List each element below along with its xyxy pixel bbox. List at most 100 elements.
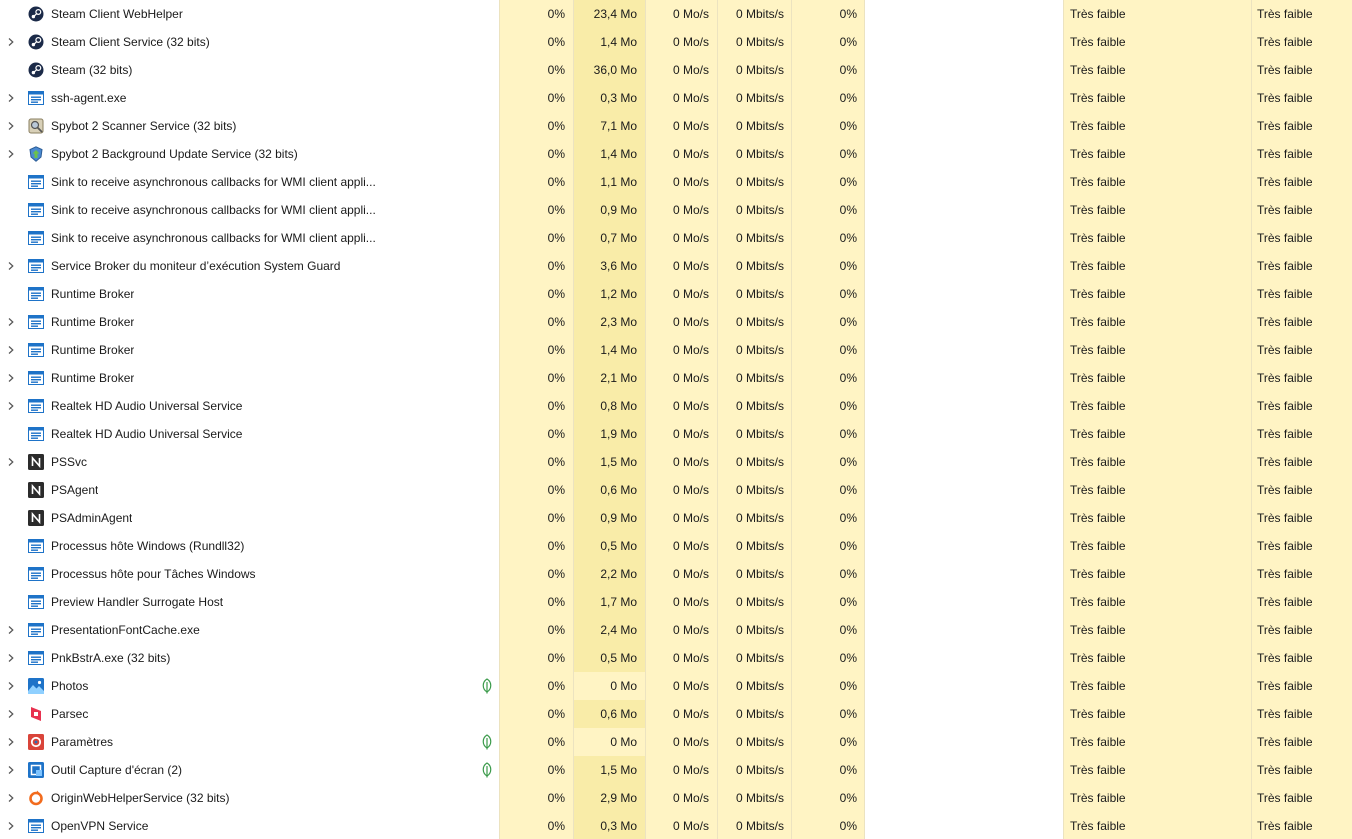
- process-name-cell[interactable]: Photos: [0, 672, 499, 700]
- memory-cell: 2,2 Mo: [573, 560, 645, 588]
- process-name-cell[interactable]: Runtime Broker: [0, 336, 499, 364]
- process-row[interactable]: Runtime Broker 0% 2,3 Mo 0 Mo/s 0 Mbits/…: [0, 308, 1352, 336]
- power-usage-cell: Très faible: [1063, 588, 1251, 616]
- process-row[interactable]: Steam Client Service (32 bits) 0% 1,4 Mo…: [0, 28, 1352, 56]
- process-row[interactable]: PresentationFontCache.exe 0% 2,4 Mo 0 Mo…: [0, 616, 1352, 644]
- expand-chevron-icon[interactable]: [6, 401, 16, 411]
- expand-chevron-icon[interactable]: [6, 37, 16, 47]
- window-app-icon: [28, 594, 44, 610]
- expand-chevron-icon[interactable]: [6, 261, 16, 271]
- process-name-cell[interactable]: Parsec: [0, 700, 499, 728]
- process-row[interactable]: Sink to receive asynchronous callbacks f…: [0, 168, 1352, 196]
- network-cell: 0 Mbits/s: [717, 756, 791, 784]
- process-row[interactable]: Processus hôte Windows (Rundll32) 0% 0,5…: [0, 532, 1352, 560]
- expand-chevron-icon[interactable]: [6, 793, 16, 803]
- process-row[interactable]: Realtek HD Audio Universal Service 0% 0,…: [0, 392, 1352, 420]
- process-name-cell[interactable]: Runtime Broker: [0, 364, 499, 392]
- expand-chevron-icon[interactable]: [6, 373, 16, 383]
- process-row[interactable]: Runtime Broker 0% 2,1 Mo 0 Mo/s 0 Mbits/…: [0, 364, 1352, 392]
- process-name-cell[interactable]: OpenVPN Service: [0, 812, 499, 839]
- gpu-cell: 0%: [791, 280, 864, 308]
- gpu-engine-cell: [864, 280, 1063, 308]
- process-name-cell[interactable]: PSSvc: [0, 448, 499, 476]
- process-name-cell[interactable]: Sink to receive asynchronous callbacks f…: [0, 168, 499, 196]
- process-row[interactable]: Outil Capture d'écran (2) 0% 1,5 Mo 0 Mo…: [0, 756, 1352, 784]
- process-row[interactable]: Steam Client WebHelper 0% 23,4 Mo 0 Mo/s…: [0, 0, 1352, 28]
- expand-chevron-icon[interactable]: [6, 821, 16, 831]
- expand-chevron-icon[interactable]: [6, 737, 16, 747]
- process-name-cell[interactable]: Processus hôte pour Tâches Windows: [0, 560, 499, 588]
- process-name-cell[interactable]: OriginWebHelperService (32 bits): [0, 784, 499, 812]
- process-name-cell[interactable]: Realtek HD Audio Universal Service: [0, 420, 499, 448]
- expand-chevron-icon[interactable]: [6, 345, 16, 355]
- expand-chevron-icon[interactable]: [6, 681, 16, 691]
- process-row[interactable]: Realtek HD Audio Universal Service 0% 1,…: [0, 420, 1352, 448]
- process-row[interactable]: OriginWebHelperService (32 bits) 0% 2,9 …: [0, 784, 1352, 812]
- process-row[interactable]: PSAgent 0% 0,6 Mo 0 Mo/s 0 Mbits/s 0% Tr…: [0, 476, 1352, 504]
- process-name-cell[interactable]: Realtek HD Audio Universal Service: [0, 392, 499, 420]
- process-name-cell[interactable]: PSAdminAgent: [0, 504, 499, 532]
- process-name-cell[interactable]: Runtime Broker: [0, 308, 499, 336]
- spybot-scanner-icon: [28, 118, 44, 134]
- process-name-cell[interactable]: Runtime Broker: [0, 280, 499, 308]
- power-trend-cell: Très faible: [1251, 56, 1352, 84]
- process-row[interactable]: Sink to receive asynchronous callbacks f…: [0, 196, 1352, 224]
- cpu-cell: 0%: [499, 308, 573, 336]
- process-name-cell[interactable]: Preview Handler Surrogate Host: [0, 588, 499, 616]
- process-name-cell[interactable]: Spybot 2 Background Update Service (32 b…: [0, 140, 499, 168]
- process-name-cell[interactable]: Sink to receive asynchronous callbacks f…: [0, 224, 499, 252]
- process-name-cell[interactable]: Steam Client WebHelper: [0, 0, 499, 28]
- process-row[interactable]: Service Broker du moniteur d’exécution S…: [0, 252, 1352, 280]
- process-row[interactable]: Photos 0% 0 Mo 0 Mo/s 0 Mbits/s 0% Très …: [0, 672, 1352, 700]
- expand-chevron-icon[interactable]: [6, 93, 16, 103]
- process-name-cell[interactable]: Outil Capture d'écran (2): [0, 756, 499, 784]
- process-row[interactable]: Spybot 2 Scanner Service (32 bits) 0% 7,…: [0, 112, 1352, 140]
- expand-chevron-icon[interactable]: [6, 625, 16, 635]
- process-name: OriginWebHelperService (32 bits): [51, 791, 230, 805]
- window-app-icon: [28, 174, 44, 190]
- power-usage-cell: Très faible: [1063, 616, 1251, 644]
- process-row[interactable]: Paramètres 0% 0 Mo 0 Mo/s 0 Mbits/s 0% T…: [0, 728, 1352, 756]
- process-name-cell[interactable]: Paramètres: [0, 728, 499, 756]
- expand-chevron-icon[interactable]: [6, 149, 16, 159]
- process-row[interactable]: Processus hôte pour Tâches Windows 0% 2,…: [0, 560, 1352, 588]
- process-name-cell[interactable]: PnkBstrA.exe (32 bits): [0, 644, 499, 672]
- process-name-cell[interactable]: PresentationFontCache.exe: [0, 616, 499, 644]
- network-cell: 0 Mbits/s: [717, 364, 791, 392]
- expand-chevron-icon[interactable]: [6, 765, 16, 775]
- expand-chevron-icon[interactable]: [6, 457, 16, 467]
- disk-cell: 0 Mo/s: [645, 532, 717, 560]
- process-row[interactable]: Spybot 2 Background Update Service (32 b…: [0, 140, 1352, 168]
- process-row[interactable]: PnkBstrA.exe (32 bits) 0% 0,5 Mo 0 Mo/s …: [0, 644, 1352, 672]
- expand-chevron-icon[interactable]: [6, 121, 16, 131]
- process-row[interactable]: Steam (32 bits) 0% 36,0 Mo 0 Mo/s 0 Mbit…: [0, 56, 1352, 84]
- process-name-cell[interactable]: Steam Client Service (32 bits): [0, 28, 499, 56]
- process-row[interactable]: PSSvc 0% 1,5 Mo 0 Mo/s 0 Mbits/s 0% Très…: [0, 448, 1352, 476]
- network-cell: 0 Mbits/s: [717, 28, 791, 56]
- expand-chevron-icon[interactable]: [6, 653, 16, 663]
- process-name: PnkBstrA.exe (32 bits): [51, 651, 171, 665]
- process-name-cell[interactable]: Processus hôte Windows (Rundll32): [0, 532, 499, 560]
- process-name-cell[interactable]: PSAgent: [0, 476, 499, 504]
- process-row[interactable]: OpenVPN Service 0% 0,3 Mo 0 Mo/s 0 Mbits…: [0, 812, 1352, 839]
- process-name-cell[interactable]: Sink to receive asynchronous callbacks f…: [0, 196, 499, 224]
- process-row[interactable]: Sink to receive asynchronous callbacks f…: [0, 224, 1352, 252]
- process-row[interactable]: ssh-agent.exe 0% 0,3 Mo 0 Mo/s 0 Mbits/s…: [0, 84, 1352, 112]
- process-name-cell[interactable]: ssh-agent.exe: [0, 84, 499, 112]
- process-name-cell[interactable]: Steam (32 bits): [0, 56, 499, 84]
- disk-cell: 0 Mo/s: [645, 28, 717, 56]
- process-row[interactable]: Parsec 0% 0,6 Mo 0 Mo/s 0 Mbits/s 0% Trè…: [0, 700, 1352, 728]
- process-name: PSAgent: [51, 483, 99, 497]
- expand-chevron-icon[interactable]: [6, 709, 16, 719]
- n-logo-icon: [28, 482, 44, 498]
- process-name-cell[interactable]: Spybot 2 Scanner Service (32 bits): [0, 112, 499, 140]
- memory-cell: 0,6 Mo: [573, 476, 645, 504]
- gpu-engine-cell: [864, 672, 1063, 700]
- process-name-cell[interactable]: Service Broker du moniteur d’exécution S…: [0, 252, 499, 280]
- process-row[interactable]: Runtime Broker 0% 1,4 Mo 0 Mo/s 0 Mbits/…: [0, 336, 1352, 364]
- process-row[interactable]: Preview Handler Surrogate Host 0% 1,7 Mo…: [0, 588, 1352, 616]
- memory-cell: 0,9 Mo: [573, 196, 645, 224]
- process-row[interactable]: PSAdminAgent 0% 0,9 Mo 0 Mo/s 0 Mbits/s …: [0, 504, 1352, 532]
- expand-chevron-icon[interactable]: [6, 317, 16, 327]
- process-row[interactable]: Runtime Broker 0% 1,2 Mo 0 Mo/s 0 Mbits/…: [0, 280, 1352, 308]
